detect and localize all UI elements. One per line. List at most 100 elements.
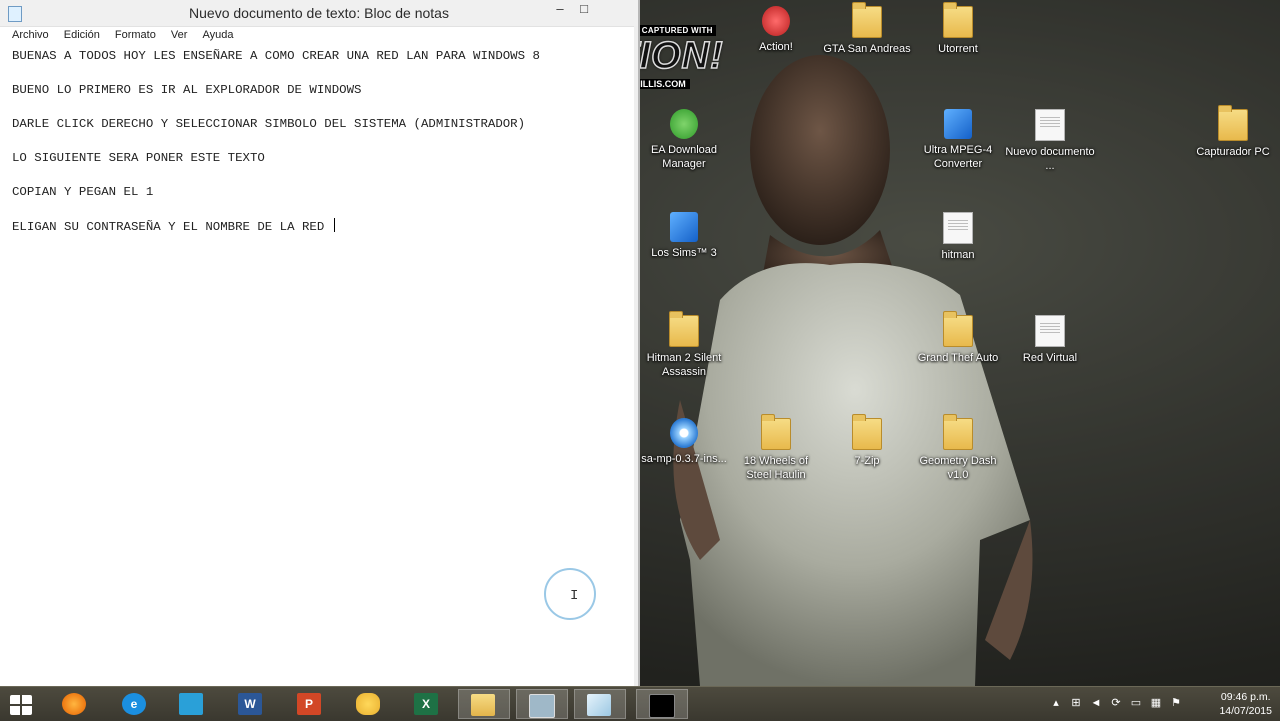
desktop-icon-label: Capturador PC — [1196, 146, 1270, 158]
windows-logo-icon — [10, 695, 32, 715]
menu-ayuda[interactable]: Ayuda — [197, 27, 240, 41]
menu-formato[interactable]: Formato — [109, 27, 162, 41]
folder-icon — [852, 2, 882, 38]
desktop-icon-hitman2[interactable]: Hitman 2 Silent Assassin — [638, 311, 730, 379]
sims-icon — [670, 212, 698, 242]
text-document-icon — [943, 212, 973, 244]
desktop-icon-geometry[interactable]: Geometry Dash v1.0 — [912, 414, 1004, 482]
desktop-icon-redvirtual[interactable]: Red Virtual — [1004, 315, 1096, 365]
folder-icon — [943, 414, 973, 450]
taskbar-notepad[interactable] — [574, 689, 626, 719]
taskbar-cmd[interactable] — [636, 689, 688, 719]
desktop-icon-label: Hitman 2 Silent Assassin — [646, 352, 722, 378]
start-button[interactable] — [0, 689, 44, 719]
folder-icon — [761, 414, 791, 450]
text-document-icon — [1035, 315, 1065, 347]
folder-icon — [1218, 105, 1248, 141]
taskbar-file-explorer[interactable] — [458, 689, 510, 719]
flag-icon[interactable]: ⚑ — [1170, 697, 1182, 709]
title-bar[interactable]: Nuevo documento de texto: Bloc de notas … — [0, 0, 638, 27]
taskbar: e W P X ▴ ⊞ ◄ ⟳ ▭ ▦ ⚑ 09:46 p.m. 14/07/2… — [0, 686, 1280, 721]
system-tray: ▴ ⊞ ◄ ⟳ ▭ ▦ ⚑ 09:46 p.m. 14/07/2015 — [1050, 687, 1280, 721]
notepad-window: Nuevo documento de texto: Bloc de notas … — [0, 0, 640, 686]
desktop-icon-label: Nuevo documento ... — [1005, 146, 1095, 172]
desktop-icon-capturador[interactable]: Capturador PC — [1187, 105, 1279, 159]
excel-icon: X — [414, 693, 438, 715]
desktop-icon-label: Grand Thef Auto — [917, 352, 999, 364]
monitor-icon — [179, 693, 203, 715]
desktop-icon-wheels[interactable]: 18 Wheels of Steel Haulin — [730, 414, 822, 482]
folder-icon — [852, 414, 882, 450]
word-icon: W — [238, 693, 262, 715]
taskbar-powerpoint[interactable]: P — [285, 689, 333, 719]
menu-edicion[interactable]: Edición — [58, 27, 106, 41]
desktop-icon-label: 7-Zip — [854, 455, 880, 467]
text-line: DARLE CLICK DERECHO Y SELECCIONAR SIMBOL… — [12, 117, 526, 131]
menu-ver[interactable]: Ver — [165, 27, 194, 41]
desktop-icon-label: EA Download Manager — [650, 144, 718, 170]
menu-archivo[interactable]: Archivo — [6, 27, 55, 41]
taskbar-window-app[interactable] — [516, 689, 568, 719]
text-line-last: ELIGAN SU CONTRASEÑA Y EL NOMBRE DE LA R… — [12, 218, 630, 235]
desktop-icon-sims[interactable]: Los Sims™ 3 — [638, 212, 730, 260]
text-editor[interactable]: BUENAS A TODOS HOY LES ENSEÑARE A COMO C… — [12, 48, 630, 235]
desktop-icon-action[interactable]: Action! — [730, 6, 822, 54]
ea-download-icon — [670, 109, 698, 139]
powerpoint-icon: P — [297, 693, 321, 715]
taskbar-firefox[interactable] — [50, 689, 98, 719]
firefox-icon — [62, 693, 86, 715]
desktop-icon-label: hitman — [941, 249, 975, 261]
desktop-icon-7zip[interactable]: 7-Zip — [821, 414, 913, 468]
window-title: Nuevo documento de texto: Bloc de notas — [189, 5, 449, 21]
sync-icon[interactable]: ⟳ — [1110, 697, 1122, 709]
desktop-icon-label: 18 Wheels of Steel Haulin — [743, 455, 809, 481]
keyboard-icon[interactable]: ▦ — [1150, 697, 1162, 709]
text-cursor-icon: I — [570, 588, 579, 604]
text-line: BUENO LO PRIMERO ES IR AL EXPLORADOR DE … — [12, 83, 362, 97]
desktop-icon-hitman[interactable]: hitman — [912, 212, 1004, 262]
text-line: COPIAN Y PEGAN EL 1 — [12, 185, 154, 199]
volume-icon[interactable]: ◄ — [1090, 697, 1102, 709]
clock-date: 14/07/2015 — [1219, 705, 1272, 717]
network-icon[interactable]: ⊞ — [1070, 697, 1082, 709]
text-line: BUENAS A TODOS HOY LES ENSEÑARE A COMO C… — [12, 49, 540, 63]
desktop-icon-ultra[interactable]: Ultra MPEG-4 Converter — [912, 109, 1004, 171]
text-document-icon — [1035, 109, 1065, 141]
folder-icon — [471, 694, 495, 716]
desktop-icon-samp[interactable]: sa-mp-0.3.7-ins... — [638, 418, 730, 466]
text-line: ELIGAN SU CONTRASEÑA Y EL NOMBRE DE LA R… — [12, 220, 332, 234]
taskbar-internet-explorer[interactable]: e — [110, 689, 158, 719]
installer-icon — [670, 418, 698, 448]
taskbar-excel[interactable]: X — [402, 689, 450, 719]
desktop-icon-label: GTA San Andreas — [823, 43, 911, 55]
taskbar-desktop-app[interactable] — [167, 689, 215, 719]
desktop-icon-label: Red Virtual — [1022, 352, 1078, 364]
desktop-icon-grand[interactable]: Grand Thef Auto — [912, 311, 1004, 365]
folder-icon — [943, 2, 973, 38]
display-icon[interactable]: ▭ — [1130, 697, 1142, 709]
text-caret — [333, 218, 335, 232]
desktop-icon-ea[interactable]: EA Download Manager — [638, 109, 730, 171]
folder-icon — [669, 311, 699, 347]
desktop-icon-label: Utorrent — [938, 43, 978, 55]
maximize-button[interactable]: □ — [574, 0, 594, 20]
window-edge — [634, 26, 638, 686]
clock[interactable]: 09:46 p.m. 14/07/2015 — [1219, 690, 1272, 718]
desktop-icon-label: Action! — [759, 41, 793, 53]
minimize-button[interactable]: – — [550, 0, 570, 20]
window-icon — [529, 694, 555, 718]
desktop-icon-nuevo[interactable]: Nuevo documento ... — [1004, 109, 1096, 173]
chevron-up-icon[interactable]: ▴ — [1050, 697, 1062, 709]
desktop-icon-utorrent[interactable]: Utorrent — [912, 2, 1004, 56]
taskbar-paint[interactable] — [344, 689, 392, 719]
taskbar-word[interactable]: W — [226, 689, 274, 719]
desktop-icon-gta[interactable]: GTA San Andreas — [821, 2, 913, 56]
desktop-icon-label: sa-mp-0.3.7-ins... — [641, 453, 727, 465]
clock-time: 09:46 p.m. — [1220, 691, 1271, 703]
text-line: LO SIGUIENTE SERA PONER ESTE TEXTO — [12, 151, 265, 165]
